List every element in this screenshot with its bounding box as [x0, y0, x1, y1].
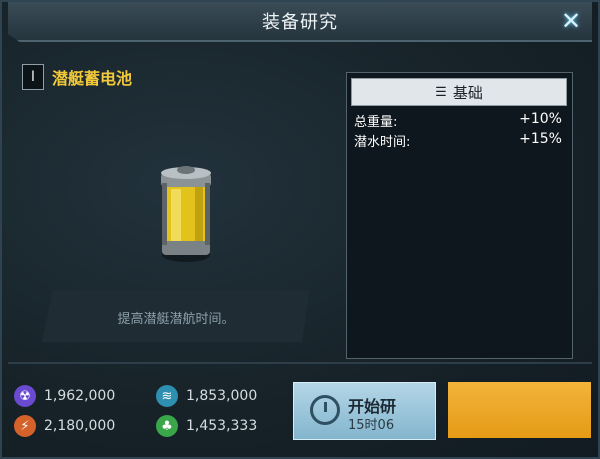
stat-row-dive-time: 潜水时间: +15% [354, 131, 562, 150]
resource-amount: 2,180,000 [44, 418, 116, 434]
resource-amount: 1,962,000 [44, 388, 116, 404]
lightning-icon: ⚡ [14, 415, 36, 437]
clock-icon [310, 395, 340, 425]
battery-icon [161, 166, 211, 262]
stat-label: 潜水时间: [354, 135, 411, 150]
start-research-button[interactable]: 开始研 15时06 [293, 382, 436, 440]
instant-complete-button[interactable] [448, 382, 591, 438]
stats-header: ☰ 基础 [351, 78, 567, 106]
resource-radiation: ☢ 1,962,000 [14, 385, 115, 407]
divider [8, 362, 592, 364]
resource-amount: 1,453,333 [186, 418, 258, 434]
stats-panel: ☰ 基础 总重量: +10% 潜水时间: +15% [346, 72, 573, 359]
item-name: 潜艇蓄电池 [52, 69, 133, 88]
stat-value: +15% [519, 131, 562, 147]
close-icon[interactable]: ✕ [556, 7, 586, 35]
stat-row-weight: 总重量: +10% [354, 111, 562, 130]
resource-layers: ≋ 1,853,000 [156, 385, 257, 407]
stats-header-label: 基础 [452, 83, 483, 102]
resource-plant: ♣ 1,453,333 [156, 415, 257, 437]
stat-value: +10% [519, 111, 562, 127]
stat-label: 总重量: [354, 115, 398, 130]
resource-amount: 1,853,000 [186, 388, 258, 404]
radiation-icon: ☢ [14, 385, 36, 407]
layers-icon: ≋ [156, 385, 178, 407]
item-description: 提高潜艇潜航时间。 [117, 312, 235, 327]
research-time: 15时06 [348, 418, 395, 433]
research-window: 装备研究 ✕ I 潜艇蓄电池 提高潜艇潜航时间。 ☰ 基础 总重量: +10% … [0, 0, 600, 459]
item-level-badge: I [22, 64, 44, 90]
plant-icon: ♣ [156, 415, 178, 437]
window-title: 装备研究 [262, 12, 338, 33]
list-icon: ☰ [435, 84, 447, 100]
resource-lightning: ⚡ 2,180,000 [14, 415, 115, 437]
